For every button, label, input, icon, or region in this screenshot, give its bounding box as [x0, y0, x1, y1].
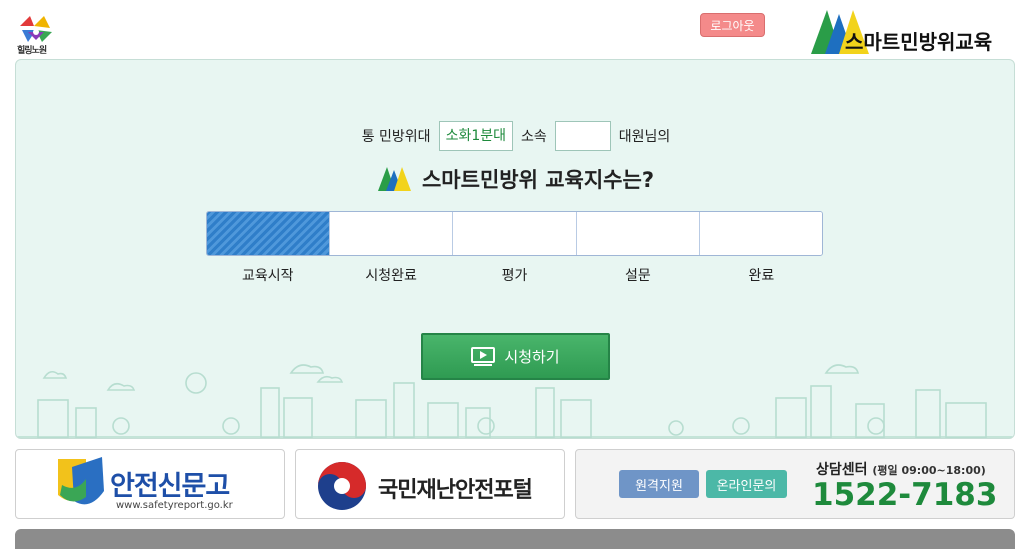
member-suffix-text: 대원님의 [618, 129, 671, 145]
footer-bar [15, 529, 1015, 549]
safety-report-title: 안전신문고 [110, 471, 230, 502]
remote-support-button[interactable]: 원격지원 [619, 470, 699, 498]
safety-report-banner[interactable]: 안전신문고 www.safetyreport.go.kr [15, 449, 285, 519]
step-label: 시청완료 [365, 268, 417, 284]
progress-bar [206, 211, 823, 256]
counseling-phone[interactable]: 1522-7183 [812, 477, 997, 513]
step-label: 평가 [501, 268, 528, 284]
counseling-hours: (평일 09:00~18:00) [872, 464, 986, 477]
progress-step-complete [699, 212, 822, 255]
disaster-portal-banner[interactable]: 국민재난안전포털 [295, 449, 565, 519]
step-label: 완료 [748, 268, 775, 284]
progress-step-start [207, 212, 331, 255]
progress-step-evaluation [453, 212, 577, 255]
brand-title: 스마트민방위교육 [845, 30, 993, 54]
taegeuk-icon [318, 462, 366, 510]
progress-step-watched [330, 212, 454, 255]
counseling-center-label: 상담센터 (평일 09:00~18:00) [816, 459, 986, 479]
logout-button[interactable]: 로그아웃 [700, 13, 765, 37]
support-banner: 원격지원 온라인문의 상담센터 (평일 09:00~18:00) 1522-71… [575, 449, 1015, 519]
unit-prefix-text: 통 민방위대 [361, 129, 431, 145]
header: 힐링노원 로그아웃 스마트민방위교육 [0, 0, 1030, 60]
step-label: 설문 [625, 268, 651, 284]
online-inquiry-button[interactable]: 온라인문의 [706, 470, 787, 498]
city-logo-text: 힐링노원 [17, 46, 47, 56]
member-sentence: 통 민방위대 소화1분대 소속 대원님의 [16, 120, 1014, 152]
brand-mark-icon [377, 167, 411, 191]
belong-label: 소속 [521, 129, 547, 145]
education-index-title: 스마트민방위 교육지수는? [16, 162, 1014, 196]
counseling-center-text: 상담센터 [816, 462, 868, 478]
step-label: 교육시작 [241, 268, 294, 284]
progress-step-survey [576, 212, 700, 255]
disaster-portal-title: 국민재난안전포털 [378, 478, 533, 503]
progress-step-labels: 교육시작 시청완료 평가 설문 완료 [206, 265, 823, 285]
belong-field [554, 121, 611, 151]
page-title: 스마트민방위 교육지수는? [421, 168, 654, 192]
education-panel: 통 민방위대 소화1분대 소속 대원님의 스마트민방위 교육지수는? 교육시작 … [15, 59, 1015, 439]
safety-report-url: www.safetyreport.go.kr [116, 500, 233, 511]
city-skyline-illustration [16, 364, 1014, 438]
unit-field: 소화1분대 [438, 121, 513, 151]
